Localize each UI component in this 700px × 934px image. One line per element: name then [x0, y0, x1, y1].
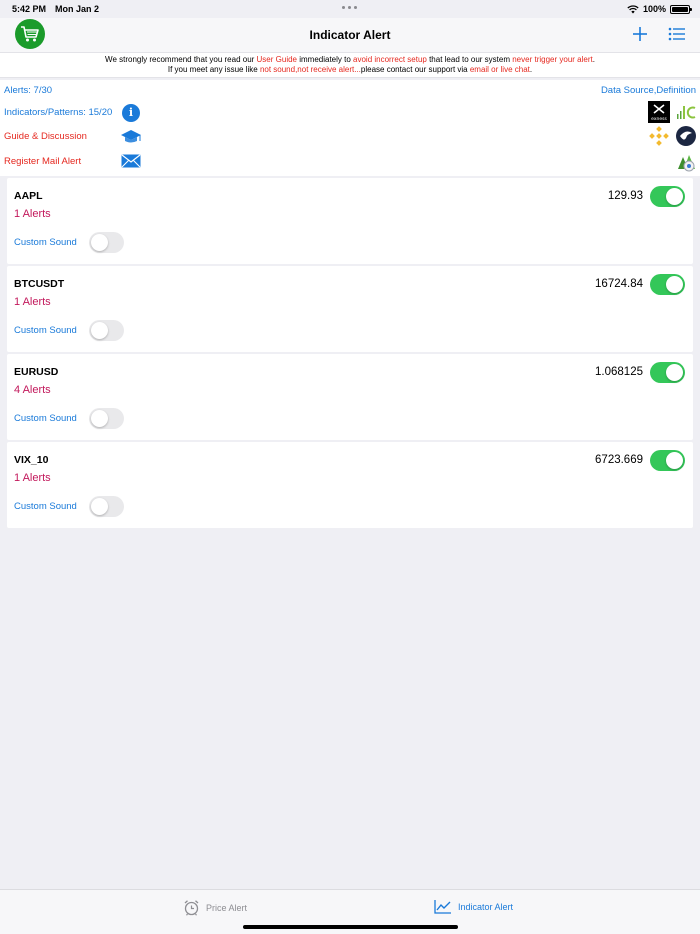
- tab-indicator-alert[interactable]: Indicator Alert: [434, 899, 513, 914]
- alert-card[interactable]: AAPL 1 Alerts 129.93 Custom Sound: [7, 178, 693, 264]
- current-price: 16724.84: [595, 278, 643, 290]
- custom-sound-label: Custom Sound: [14, 501, 77, 512]
- status-bar: 5:42 PM Mon Jan 2 100%: [0, 0, 700, 18]
- notice-text: please contact our support via: [360, 65, 470, 74]
- list-icon[interactable]: [668, 26, 686, 42]
- info-icon[interactable]: i: [122, 104, 140, 122]
- alerts-count-label: Alerts: 7/30: [4, 85, 53, 96]
- alert-card[interactable]: BTCUSDT 1 Alerts 16724.84 Custom Sound: [7, 266, 693, 352]
- home-indicator[interactable]: [243, 925, 458, 929]
- custom-sound-label: Custom Sound: [14, 237, 77, 248]
- custom-sound-label: Custom Sound: [14, 325, 77, 336]
- tab-label: Price Alert: [206, 902, 248, 913]
- notice-text: .: [592, 55, 595, 64]
- guide-discussion-link[interactable]: Guide & Discussion: [4, 131, 87, 142]
- graduation-cap-icon[interactable]: [120, 129, 142, 145]
- exness-logo-icon[interactable]: exness: [648, 101, 670, 123]
- info-panel: Alerts: 7/30 Indicators/Patterns: 15/20 …: [0, 80, 700, 176]
- custom-sound-toggle[interactable]: [89, 320, 124, 341]
- alert-enabled-toggle[interactable]: [650, 450, 685, 471]
- notice-text: We strongly recommend that you read our: [105, 55, 257, 64]
- wifi-icon: [627, 4, 639, 13]
- notice-warning: avoid incorrect setup: [353, 55, 427, 64]
- data-source-link[interactable]: Data Source,Definition: [601, 85, 696, 96]
- custom-sound-toggle[interactable]: [89, 408, 124, 429]
- symbol-name: EURUSD: [14, 366, 59, 378]
- indicators-patterns-link[interactable]: Indicators/Patterns: 15/20: [4, 107, 112, 118]
- tab-price-alert[interactable]: Price Alert: [183, 899, 247, 916]
- alert-card[interactable]: VIX_10 1 Alerts 6723.669 Custom Sound: [7, 442, 693, 528]
- page-title: Indicator Alert: [309, 28, 391, 42]
- status-time: 5:42 PM: [12, 4, 47, 14]
- custom-sound-toggle[interactable]: [89, 232, 124, 253]
- notice-text: that lead to our system: [426, 55, 513, 64]
- battery-percent: 100%: [642, 4, 666, 14]
- broker-round-logo-icon[interactable]: [675, 125, 697, 147]
- user-guide-link[interactable]: User Guide: [257, 55, 297, 64]
- tab-label: Indicator Alert: [458, 901, 514, 912]
- support-link[interactable]: email or live chat: [470, 65, 530, 74]
- custom-sound-label: Custom Sound: [14, 413, 77, 424]
- alert-enabled-toggle[interactable]: [650, 362, 685, 383]
- line-chart-icon: [434, 900, 451, 914]
- battery-icon: [670, 4, 692, 14]
- binance-logo-icon[interactable]: [648, 125, 670, 147]
- current-price: 6723.669: [595, 454, 643, 466]
- alerts-count[interactable]: 1 Alerts: [14, 208, 51, 220]
- multitasking-dots-icon[interactable]: [342, 6, 358, 9]
- status-indicators: 100%: [627, 4, 692, 14]
- alert-enabled-toggle[interactable]: [650, 274, 685, 295]
- custom-sound-toggle[interactable]: [89, 496, 124, 517]
- notice-text: immediately to: [297, 55, 354, 64]
- alerts-count[interactable]: 1 Alerts: [14, 472, 51, 484]
- notice-text: If you meet any issue like: [167, 65, 260, 74]
- alerts-count[interactable]: 4 Alerts: [14, 384, 51, 396]
- symbol-name: VIX_10: [14, 454, 49, 466]
- ic-markets-logo-icon[interactable]: [675, 101, 697, 123]
- plus-icon[interactable]: [630, 24, 650, 44]
- register-mail-alert-link[interactable]: Register Mail Alert: [4, 156, 81, 167]
- exness-label: exness: [651, 117, 667, 122]
- status-date: Mon Jan 2: [55, 4, 100, 14]
- symbol-name: AAPL: [14, 190, 43, 202]
- symbol-name: BTCUSDT: [14, 278, 65, 290]
- navigation-bar: Indicator Alert: [0, 18, 700, 52]
- alert-card[interactable]: EURUSD 4 Alerts 1.068125 Custom Sound: [7, 354, 693, 440]
- notice-banner: We strongly recommend that you read our …: [0, 52, 700, 78]
- alarm-clock-icon: [184, 900, 199, 916]
- notice-warning: not sound,not receive alert...: [259, 65, 361, 74]
- status-time-date: 5:42 PM Mon Jan 2: [12, 4, 99, 14]
- notice-warning: never trigger your alert: [512, 55, 593, 64]
- current-price: 129.93: [607, 190, 643, 202]
- notice-line-1: We strongly recommend that you read our …: [0, 55, 700, 65]
- notice-text: .: [529, 65, 533, 74]
- current-price: 1.068125: [595, 366, 643, 378]
- notice-line-2: If you meet any issue like not sound,not…: [0, 65, 700, 75]
- metatrader-logo-icon[interactable]: [675, 151, 697, 173]
- alerts-count[interactable]: 1 Alerts: [14, 296, 51, 308]
- mail-icon[interactable]: [121, 154, 141, 168]
- alert-enabled-toggle[interactable]: [650, 186, 685, 207]
